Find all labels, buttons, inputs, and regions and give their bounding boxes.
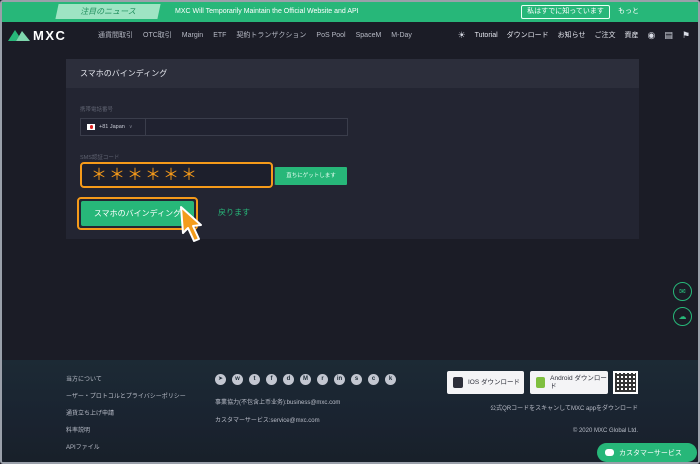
- back-link[interactable]: 戻ります: [218, 204, 250, 222]
- nav-item-margin[interactable]: Margin: [182, 32, 203, 39]
- sms-code-value: ＊＊＊＊＊＊: [91, 167, 200, 184]
- customer-service-label: カスタマーサービス: [619, 449, 682, 457]
- footer-link-fees[interactable]: 料率説明: [66, 423, 186, 440]
- cloud-download-icon: ☁: [678, 312, 687, 321]
- sms-code-label: SMS認証コード: [80, 155, 120, 161]
- news-tag-label: 注目のニュース: [80, 7, 136, 16]
- footer-link-api[interactable]: APIファイル: [66, 440, 186, 457]
- facebook-icon[interactable]: f: [266, 374, 277, 385]
- get-code-button[interactable]: 直ちにゲットします: [275, 167, 347, 185]
- nav-item-otc[interactable]: OTC取引: [143, 30, 172, 40]
- weibo-icon[interactable]: w: [232, 374, 243, 385]
- service-contact: カスタマーサービス:service@mxc.com: [215, 418, 320, 424]
- country-select[interactable]: +81 Japan ∨: [81, 119, 146, 135]
- apple-icon: [453, 377, 463, 388]
- telegram-icon[interactable]: ➤: [215, 374, 226, 385]
- nav-item-mday[interactable]: M-Day: [391, 32, 412, 39]
- nav-item-contract[interactable]: 契約トランザクション: [236, 30, 306, 40]
- business-contact: 事業協力(不包含上币业务):business@mxc.com: [215, 400, 341, 406]
- download-float-button[interactable]: ☁: [673, 307, 692, 326]
- coinmarketcap-icon[interactable]: c: [368, 374, 379, 385]
- card-header: スマホのバインディング: [66, 59, 639, 88]
- linkedin-icon[interactable]: in: [334, 374, 345, 385]
- logo-mark-icon: [8, 30, 30, 41]
- footer: 当方について ーザー・プロトコルとプライバシーポリシー 通貨立ち上げ申請 料率説…: [2, 360, 698, 462]
- phone-label: 携帯電話番号: [80, 107, 114, 113]
- nav-orders[interactable]: ご注文: [595, 30, 616, 40]
- logo[interactable]: MXC: [8, 27, 67, 43]
- page-title: スマホのバインディング: [80, 69, 168, 78]
- nav-item-etf[interactable]: ETF: [213, 32, 226, 39]
- pointer-cursor-icon: [180, 206, 202, 242]
- country-value: +81 Japan: [99, 124, 125, 130]
- chevron-down-icon: ∨: [128, 124, 133, 130]
- reddit-icon[interactable]: r: [317, 374, 328, 385]
- footer-link-about[interactable]: 当方について: [66, 372, 186, 389]
- nav-right: ☀ Tutorial ダウンロード お知らせ ご注文 資産 ◉ ▤ ⚑: [449, 22, 691, 48]
- steemit-icon[interactable]: s: [351, 374, 362, 385]
- social-links: ➤ w t f d M r in s c k: [215, 374, 402, 385]
- nav-tutorial[interactable]: Tutorial: [475, 32, 498, 39]
- footer-links: 当方について ーザー・プロトコルとプライバシーポリシー 通貨立ち上げ申請 料率説…: [66, 372, 186, 457]
- news-tag: 注目のニュース: [55, 4, 161, 19]
- announcement-bar: 注目のニュース MXC Will Temporarily Maintain th…: [2, 2, 698, 22]
- dismiss-announcement-button[interactable]: 私はすでに知っています: [521, 5, 610, 19]
- page-frame: 注目のニュース MXC Will Temporarily Maintain th…: [0, 0, 700, 464]
- sms-code-input[interactable]: ＊＊＊＊＊＊: [80, 162, 273, 188]
- customer-service-button[interactable]: カスタマーサービス: [597, 443, 697, 462]
- kakao-icon[interactable]: k: [385, 374, 396, 385]
- chat-float-button[interactable]: ✉: [673, 282, 692, 301]
- logo-text: MXC: [33, 27, 67, 43]
- chat-bubble-icon: ✉: [679, 287, 686, 296]
- nav-item-spacem[interactable]: SpaceM: [356, 32, 382, 39]
- android-download-label: Android ダウンロード: [550, 374, 607, 390]
- footer-link-listing[interactable]: 通貨立ち上げ申請: [66, 406, 186, 423]
- more-announcements-link[interactable]: もっと: [618, 2, 639, 22]
- chat-bubble-icon: [605, 449, 614, 456]
- nav-item-pos-pool[interactable]: PoS Pool: [316, 32, 345, 39]
- announcement-text[interactable]: MXC Will Temporarily Maintain the Offici…: [175, 2, 359, 22]
- book-icon[interactable]: ▤: [664, 30, 673, 41]
- android-icon: [536, 377, 546, 388]
- nav-download[interactable]: ダウンロード: [507, 30, 549, 40]
- nav-menu: 通貨間取引 OTC取引 Margin ETF 契約トランザクション PoS Po…: [98, 22, 422, 48]
- medium-icon[interactable]: M: [300, 374, 311, 385]
- nav-item-spot[interactable]: 通貨間取引: [98, 30, 133, 40]
- ios-download-label: IOS ダウンロード: [468, 378, 521, 386]
- nav-notifications[interactable]: お知らせ: [558, 30, 586, 40]
- language-icon[interactable]: ⚑: [682, 30, 690, 41]
- ios-download-button[interactable]: IOS ダウンロード: [447, 371, 524, 394]
- discord-icon[interactable]: d: [283, 374, 294, 385]
- qr-code: [613, 371, 638, 394]
- theme-toggle-icon[interactable]: ☀: [458, 30, 466, 41]
- android-download-button[interactable]: Android ダウンロード: [530, 371, 608, 394]
- nav-assets[interactable]: 資産: [625, 30, 639, 40]
- main-nav: MXC 通貨間取引 OTC取引 Margin ETF 契約トランザクション Po…: [2, 22, 698, 48]
- copyright: © 2020 MXC Global Ltd.: [572, 428, 638, 434]
- phone-binding-card: スマホのバインディング 携帯電話番号 +81 Japan ∨ SMS認証コード …: [66, 59, 639, 239]
- twitter-icon[interactable]: t: [249, 374, 260, 385]
- phone-input-group: +81 Japan ∨: [80, 118, 348, 136]
- qr-note: 公式QRコードをスキャンしてMXC appをダウンロード: [490, 406, 638, 412]
- user-icon[interactable]: ◉: [648, 30, 656, 41]
- japan-flag-icon: [87, 124, 95, 130]
- footer-link-terms[interactable]: ーザー・プロトコルとプライバシーポリシー: [66, 389, 186, 406]
